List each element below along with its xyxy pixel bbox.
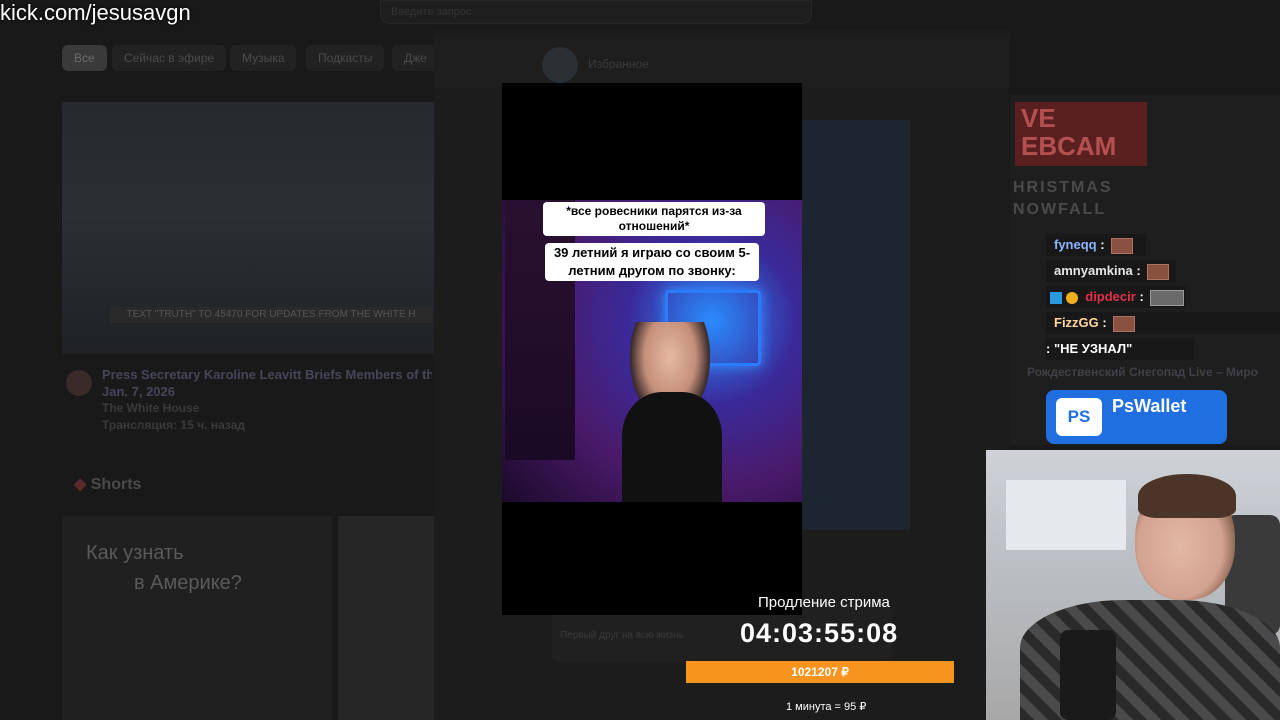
short-text-b: в Америке?: [134, 572, 242, 594]
saved-messages-avatar[interactable]: [542, 47, 578, 83]
right-video-title[interactable]: Рождественский Снегопад Live – Миро: [1027, 365, 1277, 379]
chat-message: amnyamkina :: [1046, 260, 1176, 282]
short-thumbnail[interactable]: Как узнать в Америке?: [62, 516, 332, 720]
badge-icon: [1050, 291, 1062, 304]
pswallet-banner: PS PsWallet: [1046, 390, 1227, 444]
chat-text: :: [1100, 237, 1105, 252]
chat-text: :: [1139, 289, 1144, 304]
video-meta: Трансляция: 15 ч. назад: [102, 418, 245, 432]
shorts-label: Shorts: [90, 476, 142, 493]
live-badge-top: VE: [1021, 103, 1056, 133]
chip-music[interactable]: Музыка: [230, 45, 297, 71]
video-caption-2: 39 летний я играю со своим 5-летним друг…: [545, 243, 759, 281]
chat-username: FizzGG: [1054, 315, 1099, 330]
chat-text: :: [1136, 263, 1141, 278]
emote-icon: [1113, 315, 1136, 332]
gaming-chair: [505, 200, 575, 460]
short-thumbnail-2[interactable]: [338, 516, 434, 720]
minute-rate: 1 минута = 95 ₽: [786, 701, 867, 713]
embedded-preview: [802, 120, 910, 530]
chip-live[interactable]: Сейчас в эфире: [112, 45, 227, 71]
streamer-shirt: [1020, 600, 1280, 720]
video-date: Jan. 7, 2026: [102, 384, 175, 399]
chat-username: dipdecir: [1085, 289, 1136, 304]
extension-label: Продление стрима: [758, 594, 890, 611]
message-text: Первый друг на всю жизнь: [560, 630, 684, 641]
channel-avatar[interactable]: [66, 370, 92, 396]
chat-message: FizzGG :: [1046, 312, 1280, 334]
chat-text: :: [1102, 315, 1107, 330]
live-badge-bottom: EBCAM: [1021, 131, 1117, 161]
chat-username: fyneqq: [1054, 237, 1097, 252]
thumbnail-subtitle-b: NOWFALL: [1013, 201, 1107, 218]
bed: [1006, 480, 1126, 550]
subscriber-badge-icon: [1065, 291, 1078, 304]
video-title[interactable]: Press Secretary Karoline Leavitt Briefs …: [102, 366, 432, 434]
donation-progress-bar: 1021207 ₽: [686, 661, 954, 683]
chat-message: fyneqq :: [1046, 234, 1146, 256]
chat-message: : "НЕ УЗНАЛ": [1046, 338, 1194, 360]
video-caption-1: *все ровесники парятся из-за отношений*: [543, 202, 765, 236]
chip-more[interactable]: Дже: [392, 45, 439, 71]
stream-url: kick.com/jesusavgn: [0, 0, 191, 25]
video-title-text: Press Secretary Karoline Leavitt Briefs …: [102, 367, 432, 382]
pswallet-name: PsWallet: [1112, 396, 1187, 416]
pswallet-logo-icon: PS: [1056, 398, 1102, 436]
telegram-header: [434, 38, 1009, 88]
thumbnail-subtitle-a: HRISTMAS: [1013, 179, 1113, 196]
donation-amount: 1021207 ₽: [791, 665, 849, 679]
chip-podcasts[interactable]: Подкасты: [306, 45, 385, 71]
streamer-hair: [1138, 474, 1236, 518]
emote-icon: [1111, 237, 1134, 254]
emote-icon: [1150, 289, 1185, 306]
video-thumbnail[interactable]: TEXT "TRUTH" TO 45470 FOR UPDATES FROM T…: [62, 102, 434, 354]
chip-all[interactable]: Все: [62, 45, 107, 71]
channel-name: The White House: [102, 401, 200, 415]
shorts-heading: ◆ Shorts: [74, 474, 141, 494]
thumbnail-banner: TEXT "TRUTH" TO 45470 FOR UPDATES FROM T…: [110, 307, 432, 323]
chat-text: : "НЕ УЗНАЛ": [1046, 341, 1133, 356]
thumbnail-subtitle: HRISTMAS NOWFALL: [1013, 177, 1113, 221]
emote-icon: [1147, 263, 1170, 280]
search-input[interactable]: Введите запрос: [380, 0, 812, 24]
short-text-a: Как узнать: [86, 542, 184, 564]
live-badge: VE EBCAM: [1015, 102, 1147, 166]
person-shirt: [622, 392, 722, 502]
microphone-icon: [1060, 630, 1116, 720]
chat-username: amnyamkina: [1054, 263, 1133, 278]
subathon-timer: 04:03:55:08: [740, 618, 899, 648]
shorts-icon: ◆: [74, 476, 91, 493]
chat-message: dipdecir :: [1046, 286, 1186, 308]
chat-name: Избранное: [588, 57, 649, 71]
